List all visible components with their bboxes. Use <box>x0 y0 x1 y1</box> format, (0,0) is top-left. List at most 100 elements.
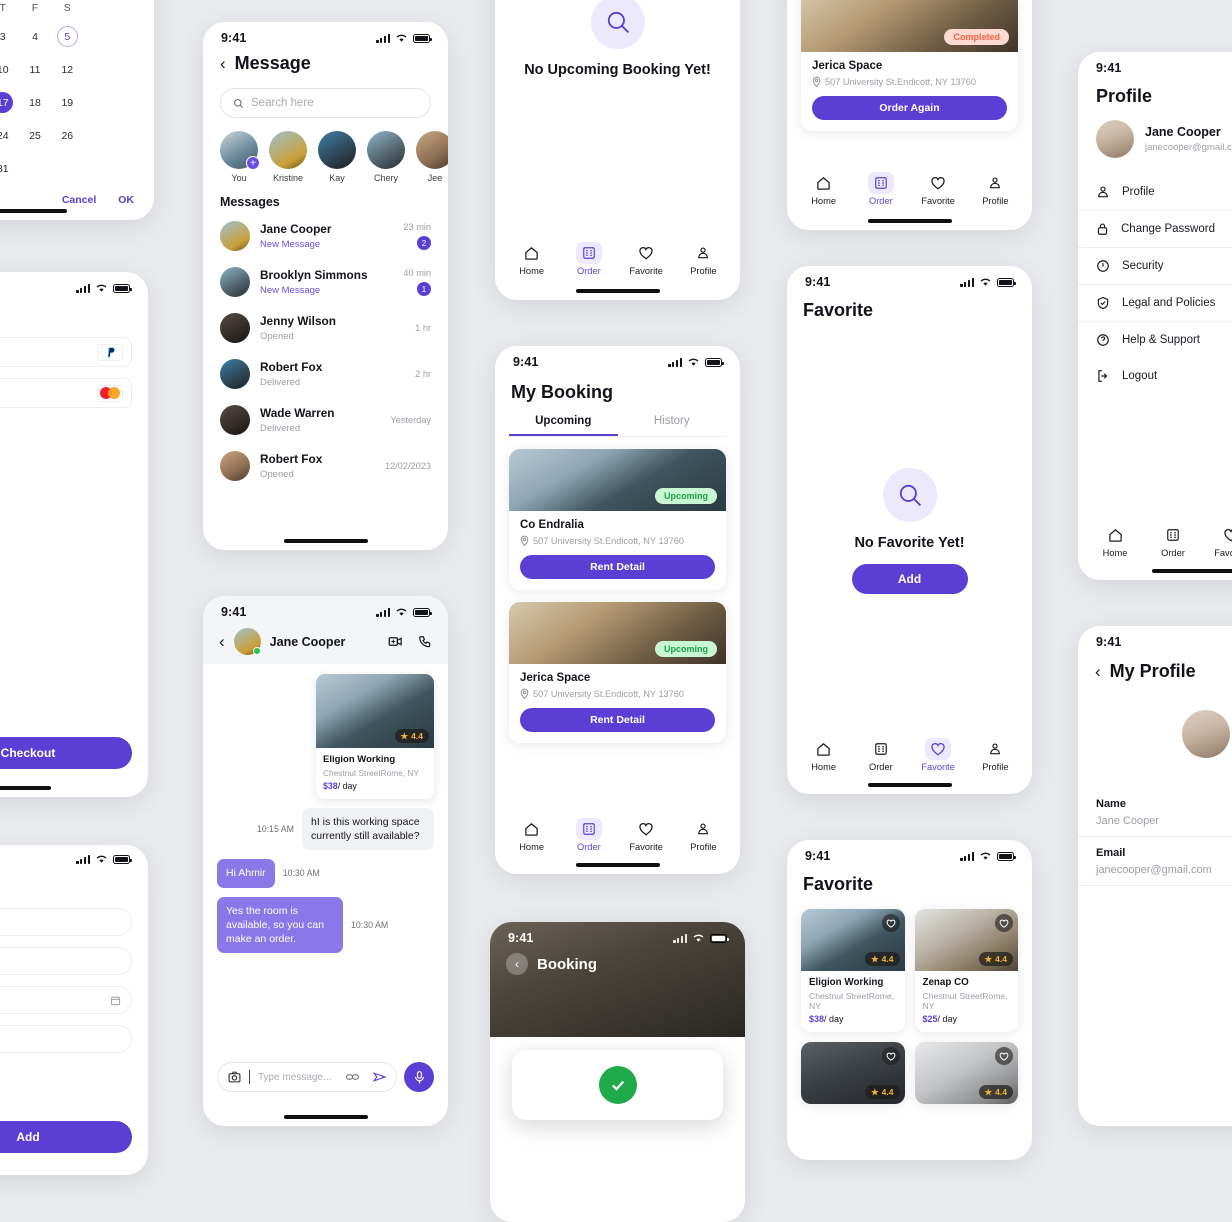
nav-favorite[interactable]: Favorite <box>911 738 965 772</box>
menu-label: Change Password <box>1121 223 1215 235</box>
rent-detail-button[interactable]: Rent Detail <box>520 555 715 579</box>
back-icon[interactable]: ‹ <box>1095 663 1101 680</box>
listing-card-message[interactable]: ★ 4.4 Eligion Working Chestnut StreetRom… <box>316 674 434 799</box>
add-new-card-link[interactable]: Add New Card <box>0 711 132 723</box>
avatar <box>269 131 307 169</box>
nav-order[interactable]: Order <box>854 738 908 772</box>
card-cvv-input[interactable] <box>0 1025 132 1053</box>
nav-home[interactable]: Home <box>1088 524 1142 558</box>
nav-home[interactable]: Home <box>797 738 851 772</box>
calendar-day[interactable]: 24 <box>0 119 19 152</box>
calendar-day[interactable]: 4 <box>19 20 51 53</box>
add-story-icon[interactable]: + <box>246 156 260 170</box>
story-item[interactable]: Kay <box>318 131 356 183</box>
phone-call-icon[interactable] <box>418 635 432 649</box>
list-item[interactable]: Wade Warren Delivered Yesterday <box>203 397 448 443</box>
camera-icon[interactable] <box>228 1071 241 1083</box>
checkout-button[interactable]: Checkout <box>0 737 132 769</box>
story-item[interactable]: Jee <box>416 131 448 183</box>
calendar-day[interactable]: 12 <box>51 53 83 86</box>
calendar-day[interactable]: 25 <box>19 119 51 152</box>
menu-item-change-password[interactable]: Change Password <box>1078 210 1232 247</box>
back-icon[interactable]: ‹ <box>219 633 225 650</box>
heart-icon[interactable] <box>881 1047 900 1065</box>
order-again-button[interactable]: Order Again <box>812 96 1007 120</box>
nav-profile[interactable]: Profile <box>968 738 1022 772</box>
heart-icon[interactable] <box>995 914 1013 932</box>
story-item[interactable]: Chery <box>367 131 405 183</box>
nav-home[interactable]: Home <box>505 242 559 276</box>
card-name-input[interactable] <box>0 908 132 936</box>
field-email[interactable]: Email janecooper@gmail.com <box>1078 837 1232 886</box>
payment-method-mastercard[interactable] <box>0 378 132 408</box>
ok-button[interactable]: OK <box>118 194 134 206</box>
nav-favorite[interactable]: Favorite <box>619 242 673 276</box>
favorite-image: ★ 4.4 <box>801 1042 905 1104</box>
menu-item-profile[interactable]: Profile <box>1078 174 1232 210</box>
nav-order[interactable]: Order <box>854 172 908 206</box>
booking-card[interactable]: Upcoming Jerica Space 507 University St.… <box>509 602 726 743</box>
nav-order[interactable]: Order <box>562 242 616 276</box>
menu-item-security[interactable]: Security <box>1078 247 1232 284</box>
calendar-day-selected[interactable]: 17 <box>0 86 19 119</box>
tab-history[interactable]: History <box>618 415 727 436</box>
heart-icon[interactable] <box>995 1047 1013 1065</box>
order-card[interactable]: Completed Jerica Space 507 University St… <box>801 0 1018 131</box>
heart-icon[interactable] <box>881 914 900 932</box>
card-expiry-input[interactable] <box>0 986 132 1014</box>
nav-profile[interactable]: Profile <box>676 242 730 276</box>
list-item[interactable]: Jane Cooper New Message 23 min 2 <box>203 213 448 259</box>
card-number-input[interactable] <box>0 947 132 975</box>
back-icon[interactable]: ‹ <box>506 953 528 975</box>
search-input[interactable]: Search here <box>220 88 431 118</box>
calendar-day[interactable]: 26 <box>51 119 83 152</box>
nav-home[interactable]: Home <box>797 172 851 206</box>
nav-home[interactable]: Home <box>505 818 559 852</box>
calendar-day[interactable]: 19 <box>51 86 83 119</box>
nav-order[interactable]: Order <box>1146 524 1200 558</box>
menu-item-help-support[interactable]: Help & Support <box>1078 321 1232 358</box>
tab-upcoming[interactable]: Upcoming <box>509 415 618 436</box>
calendar-day-today[interactable]: 5 <box>51 20 83 53</box>
list-item[interactable]: Robert Fox Delivered 2 hr <box>203 351 448 397</box>
story-you[interactable]: + You <box>220 131 260 183</box>
rent-detail-button[interactable]: Rent Detail <box>520 708 715 732</box>
nav-profile[interactable]: Profile <box>676 818 730 852</box>
nav-order[interactable]: Order <box>562 818 616 852</box>
calendar-day[interactable]: 31 <box>0 152 19 185</box>
booking-card[interactable]: Upcoming Co Endralia 507 University St.E… <box>509 449 726 590</box>
menu-item-legal-policies[interactable]: Legal and Policies <box>1078 284 1232 321</box>
story-item[interactable]: Kristine <box>269 131 307 183</box>
avatar[interactable] <box>1182 710 1230 758</box>
rating-value: 4.4 <box>411 731 423 741</box>
add-favorite-button[interactable]: Add <box>851 564 968 594</box>
nav-favorite[interactable]: Favorite <box>911 172 965 206</box>
calendar-day[interactable]: 18 <box>19 86 51 119</box>
field-name[interactable]: Name Jane Cooper <box>1078 788 1232 837</box>
menu-item-logout[interactable]: Logout <box>1078 358 1232 394</box>
favorite-card[interactable]: ★ 4.4 Zenap CO Chestnut StreetRome, NY $2… <box>914 909 1018 1032</box>
favorite-card[interactable]: ★ 4.4 <box>801 1042 905 1104</box>
back-icon[interactable]: ‹ <box>220 55 226 72</box>
price-value: $38 <box>323 781 338 791</box>
nav-favorite[interactable]: Favorite <box>619 818 673 852</box>
nav-favorite[interactable]: Favorite <box>1204 524 1232 558</box>
favorite-card[interactable]: ★ 4.4 Eligion Working Chestnut StreetRome… <box>801 909 905 1032</box>
calendar-day[interactable]: 11 <box>19 53 51 86</box>
voice-record-button[interactable] <box>404 1062 434 1092</box>
attachment-icon[interactable] <box>346 1072 359 1082</box>
list-item[interactable]: Brooklyn Simmons New Message 40 min 1 <box>203 259 448 305</box>
list-item[interactable]: Jenny Wilson Opened 1 hr <box>203 305 448 351</box>
payment-method-paypal[interactable] <box>0 337 132 367</box>
add-card-button[interactable]: Add <box>0 1121 132 1153</box>
message-input[interactable]: Type message... <box>217 1062 397 1092</box>
status-bar: 9:41 <box>203 596 448 621</box>
calendar-day[interactable]: 10 <box>0 53 19 86</box>
video-call-icon[interactable] <box>388 635 403 648</box>
calendar-day[interactable]: 3 <box>0 20 19 53</box>
send-icon[interactable] <box>373 1071 386 1083</box>
favorite-card[interactable]: ★ 4.4 <box>914 1042 1018 1104</box>
list-item[interactable]: Robert Fox Opened 12/02/2023 <box>203 443 448 489</box>
nav-profile[interactable]: Profile <box>968 172 1022 206</box>
cancel-button[interactable]: Cancel <box>62 194 96 206</box>
